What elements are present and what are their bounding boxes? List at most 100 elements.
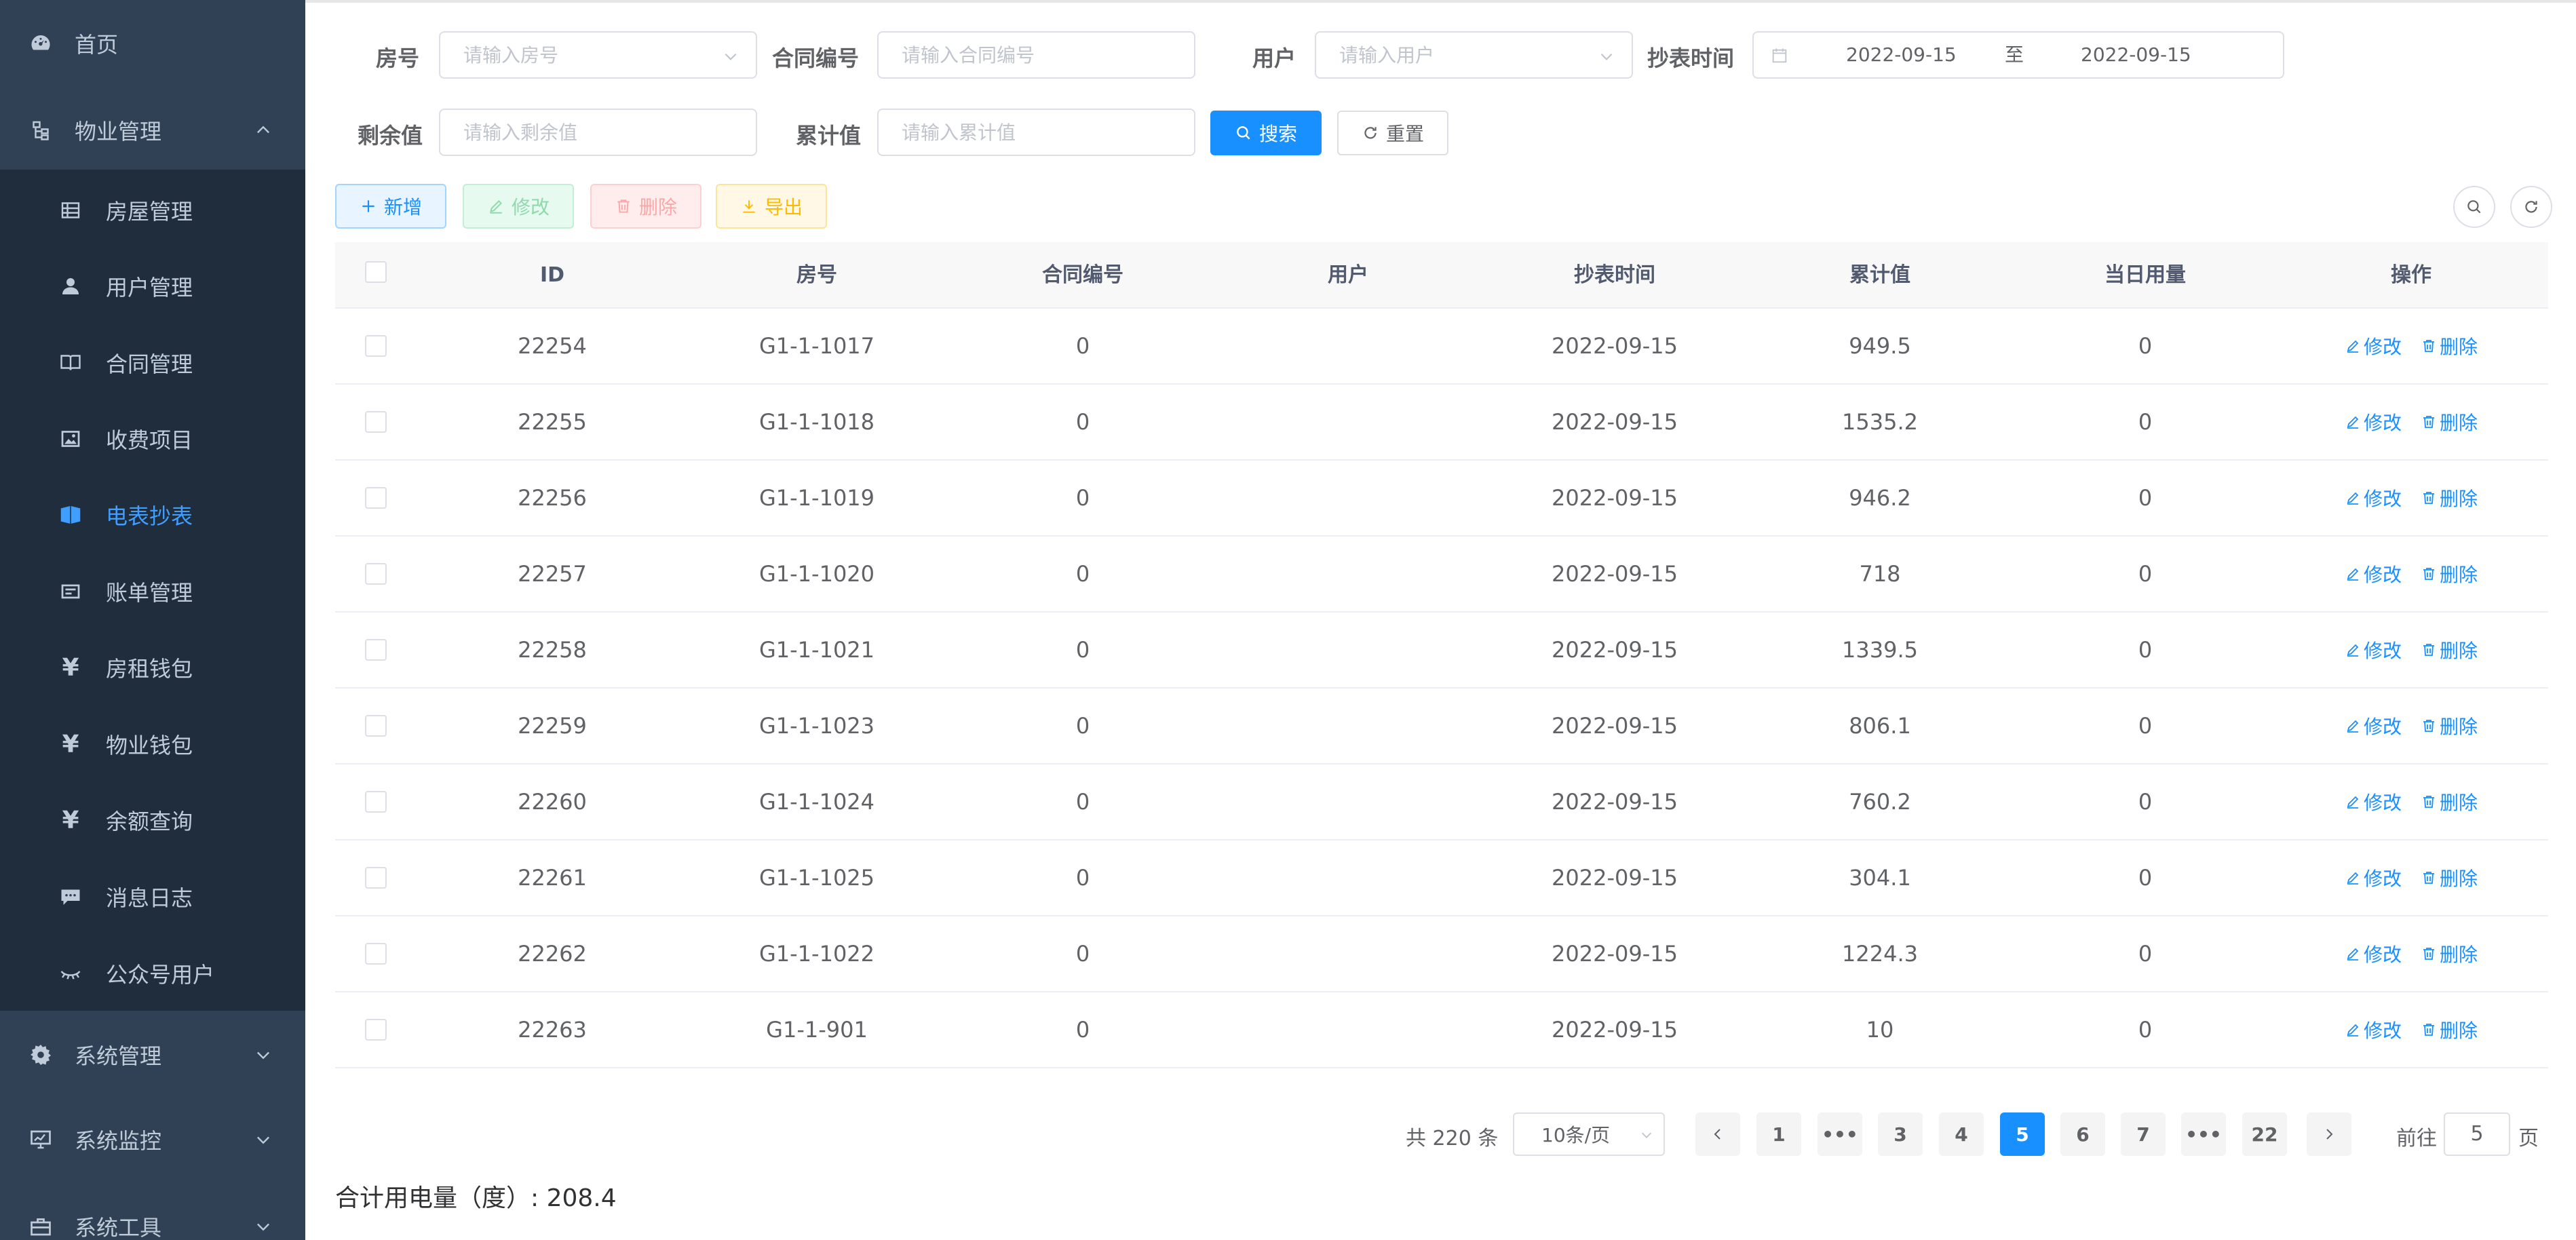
page-button[interactable]: 6 [2060, 1112, 2105, 1156]
table-row[interactable]: 22254 G1-1-1017 0 2022-09-15 949.5 0 修改 删除 [335, 309, 2548, 385]
row-delete-link[interactable]: 删除 [2421, 385, 2478, 459]
row-edit-label: 修改 [2364, 640, 2402, 662]
row-delete-link[interactable]: 删除 [2421, 840, 2478, 915]
table-row[interactable]: 22263 G1-1-901 0 2022-09-15 10 0 修改 删除 [335, 992, 2548, 1068]
row-delete-link[interactable]: 删除 [2421, 613, 2478, 687]
date-end[interactable]: 2022-09-15 [2081, 33, 2191, 77]
reset-button[interactable]: 重置 [1337, 111, 1448, 155]
cell-id: 22256 [518, 485, 587, 511]
row-delete-link[interactable]: 删除 [2421, 916, 2478, 991]
row-checkbox[interactable] [365, 715, 387, 737]
prev-page-button[interactable] [1695, 1112, 1740, 1156]
edit-icon [2347, 340, 2359, 353]
delete-button[interactable]: 删除 [590, 184, 701, 229]
table-row[interactable]: 22261 G1-1-1025 0 2022-09-15 304.1 0 修改 删除 [335, 840, 2548, 916]
cumulative-input[interactable] [902, 121, 1194, 144]
sidebar-item-house[interactable]: 房屋管理 [0, 187, 305, 234]
edit-button[interactable]: 修改 [463, 184, 574, 229]
sidebar-item-system[interactable]: 系统管理 [0, 1028, 305, 1082]
page-button[interactable]: 22 [2242, 1112, 2287, 1156]
row-delete-link[interactable]: 删除 [2421, 537, 2478, 611]
sidebar-item-user[interactable]: 用户管理 [0, 263, 305, 310]
row-delete-link[interactable]: 删除 [2421, 309, 2478, 383]
toggle-search-button[interactable] [2453, 186, 2495, 228]
row-delete-link[interactable]: 删除 [2421, 689, 2478, 763]
row-edit-link[interactable]: 修改 [2345, 537, 2402, 611]
select-all-checkbox[interactable] [365, 261, 387, 283]
room-input[interactable] [463, 43, 756, 66]
date-start[interactable]: 2022-09-15 [1846, 33, 1957, 77]
column-header: 房号 [796, 263, 837, 287]
sidebar-item-charge[interactable]: 收费项目 [0, 415, 305, 463]
sidebar-item-contract[interactable]: 合同管理 [0, 339, 305, 387]
table-row[interactable]: 22256 G1-1-1019 0 2022-09-15 946.2 0 修改 删除 [335, 461, 2548, 537]
row-checkbox[interactable] [365, 791, 387, 813]
row-edit-link[interactable]: 修改 [2345, 309, 2402, 383]
user-select[interactable] [1315, 31, 1633, 79]
cumulative-field[interactable] [877, 109, 1195, 156]
page-button[interactable]: 3 [1878, 1112, 1923, 1156]
row-checkbox[interactable] [365, 563, 387, 585]
add-button[interactable]: 新增 [335, 184, 446, 229]
row-edit-link[interactable]: 修改 [2345, 385, 2402, 459]
row-checkbox[interactable] [365, 867, 387, 889]
row-checkbox[interactable] [365, 335, 387, 357]
row-delete-link[interactable]: 删除 [2421, 461, 2478, 535]
goto-page-input[interactable]: 5 [2444, 1112, 2510, 1156]
next-page-button[interactable] [2307, 1112, 2351, 1156]
page-button[interactable]: 1 [1756, 1112, 1801, 1156]
user-input[interactable] [1339, 43, 1632, 66]
table-row[interactable]: 22257 G1-1-1020 0 2022-09-15 718 0 修改 删除 [335, 537, 2548, 613]
search-button[interactable]: 搜索 [1210, 111, 1322, 155]
remain-field[interactable] [439, 109, 757, 156]
row-edit-link[interactable]: 修改 [2345, 916, 2402, 991]
export-button[interactable]: 导出 [716, 184, 827, 229]
page-button[interactable]: 5 [2000, 1112, 2045, 1156]
sidebar-item-rent-wallet[interactable]: ¥ 房租钱包 [0, 644, 305, 691]
row-edit-link[interactable]: 修改 [2345, 992, 2402, 1067]
table-row[interactable]: 22260 G1-1-1024 0 2022-09-15 760.2 0 修改 删除 [335, 764, 2548, 840]
row-checkbox[interactable] [365, 1019, 387, 1041]
sidebar-item-monitor[interactable]: 系统监控 [0, 1112, 305, 1167]
sidebar-item-meter[interactable]: 电表抄表 [0, 491, 305, 539]
table-row[interactable]: 22259 G1-1-1023 0 2022-09-15 806.1 0 修改 删除 [335, 689, 2548, 764]
page-size-select[interactable]: 10条/页 [1513, 1112, 1665, 1156]
row-delete-link[interactable]: 删除 [2421, 992, 2478, 1067]
row-checkbox[interactable] [365, 411, 387, 433]
contract-field[interactable] [877, 31, 1195, 79]
row-delete-link[interactable]: 删除 [2421, 764, 2478, 839]
row-edit-link[interactable]: 修改 [2345, 461, 2402, 535]
refresh-icon [2525, 201, 2537, 213]
row-edit-link[interactable]: 修改 [2345, 613, 2402, 687]
page-ellipsis[interactable]: ••• [1818, 1112, 1862, 1156]
row-edit-link[interactable]: 修改 [2345, 764, 2402, 839]
page-button[interactable]: 7 [2121, 1112, 2166, 1156]
remain-input[interactable] [463, 121, 756, 144]
row-checkbox[interactable] [365, 487, 387, 509]
sidebar-item-message-log[interactable]: 消息日志 [0, 873, 305, 921]
table-row[interactable]: 22255 G1-1-1018 0 2022-09-15 1535.2 0 修改 删除 [335, 385, 2548, 461]
sidebar-item-tools[interactable]: 系统工具 [0, 1199, 305, 1240]
cell-room: G1-1-1023 [758, 713, 875, 739]
table-row[interactable]: 22258 G1-1-1021 0 2022-09-15 1339.5 0 修改 删除 [335, 613, 2548, 689]
sidebar-item-wechat-user[interactable]: 公众号用户 [0, 950, 305, 997]
cell-room: G1-1-1020 [758, 561, 875, 587]
contract-input[interactable] [902, 43, 1194, 66]
sidebar-item-balance[interactable]: ¥ 余额查询 [0, 796, 305, 844]
refresh-button[interactable] [2510, 186, 2552, 228]
row-checkbox[interactable] [365, 943, 387, 965]
sidebar-item-home[interactable]: 首页 [0, 19, 305, 68]
sidebar-item-bill[interactable]: 账单管理 [0, 568, 305, 615]
sidebar-item-property[interactable]: 物业管理 [0, 103, 305, 157]
page-button[interactable]: 4 [1939, 1112, 1984, 1156]
sidebar-item-property-wallet[interactable]: ¥ 物业钱包 [0, 720, 305, 768]
room-select[interactable] [439, 31, 757, 79]
row-edit-link[interactable]: 修改 [2345, 840, 2402, 915]
page-ellipsis[interactable]: ••• [2181, 1112, 2226, 1156]
row-edit-link[interactable]: 修改 [2345, 689, 2402, 763]
row-checkbox[interactable] [365, 639, 387, 661]
cell-cumulative: 10 [1866, 1017, 1894, 1043]
table-row[interactable]: 22262 G1-1-1022 0 2022-09-15 1224.3 0 修改 删除 [335, 916, 2548, 992]
trash-icon [2423, 492, 2434, 504]
date-range-picker[interactable]: 2022-09-15 至 2022-09-15 [1752, 31, 2284, 79]
